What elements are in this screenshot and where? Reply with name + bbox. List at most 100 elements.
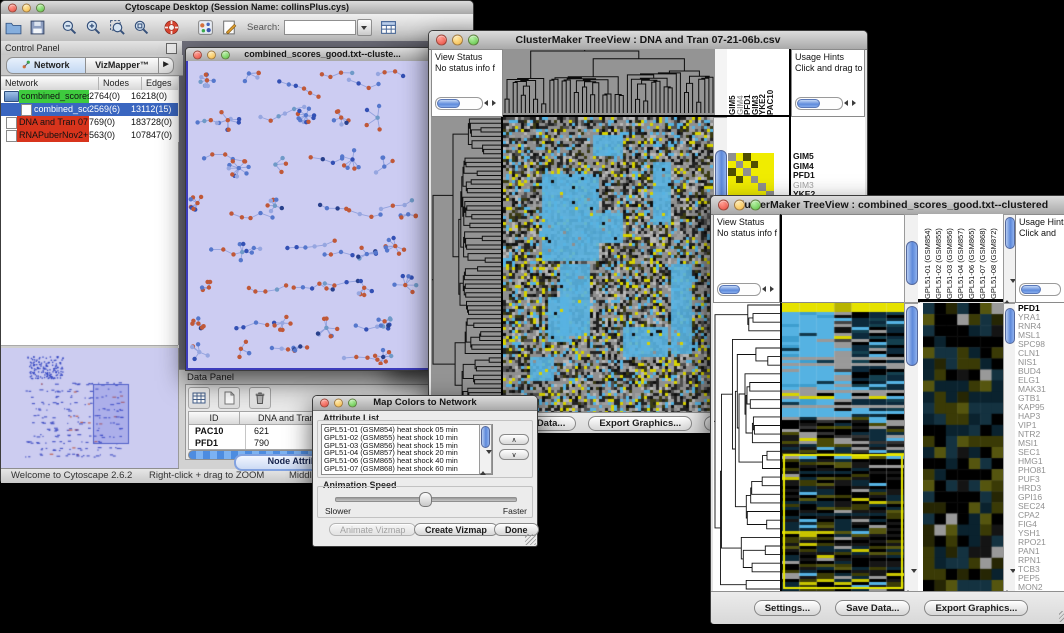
scroll-down-icon[interactable] [486, 450, 492, 471]
overview-canvas[interactable] [1, 348, 178, 468]
search-dropdown-button[interactable] [357, 19, 372, 36]
attribute-list-vscrollbar[interactable] [479, 424, 492, 474]
scroll-left-icon[interactable] [762, 286, 766, 292]
row-dendrogram[interactable] [713, 303, 780, 591]
column-network[interactable]: Network [1, 77, 99, 90]
network-list-row[interactable]: combined_sco 2569(6) 13112(15) [1, 103, 178, 116]
minimize-button[interactable] [734, 200, 745, 211]
float-panel-icon[interactable] [166, 43, 177, 54]
heatmap-cell[interactable] [743, 176, 751, 184]
heatmap-cell[interactable] [758, 153, 766, 161]
tv2-zoom-heatmap[interactable] [923, 303, 1003, 591]
zoom-out-button[interactable] [58, 17, 80, 39]
array-column-label[interactable]: GPL51-02 (GSM855) [933, 214, 944, 299]
delete-attribute-button[interactable] [249, 387, 271, 409]
scrollbar-thumb[interactable] [906, 306, 918, 366]
network-overview-panel[interactable] [1, 348, 179, 468]
scrollbar-thumb[interactable] [481, 426, 490, 448]
array-column-label[interactable]: GPL51-03 (GSM856) [944, 214, 955, 299]
close-button[interactable] [320, 399, 329, 408]
heatmap-cell[interactable] [766, 153, 774, 161]
scrollbar-thumb[interactable] [1005, 217, 1015, 249]
zoom-button[interactable] [348, 399, 357, 408]
treeview1-titlebar[interactable]: ClusterMaker TreeView : DNA and Tran 07-… [429, 31, 867, 50]
close-button[interactable] [8, 3, 17, 12]
heatmap-cell[interactable] [743, 183, 751, 191]
heatmap-cell[interactable] [728, 153, 736, 161]
hints-hscrollbar[interactable] [795, 97, 843, 110]
close-button[interactable] [718, 200, 729, 211]
zoom-button[interactable] [36, 3, 45, 12]
scroll-left-icon[interactable] [844, 100, 848, 106]
search-input[interactable] [284, 20, 356, 35]
attribute-select-button[interactable] [188, 387, 210, 409]
treeview-footer-button[interactable]: Save Data... [835, 600, 910, 616]
heatmap-cell[interactable] [751, 153, 759, 161]
node-appearance-button[interactable] [194, 17, 216, 39]
network1-titlebar[interactable]: combined_scores_good.txt--cluste... [186, 48, 431, 62]
heatmap-cell[interactable] [751, 183, 759, 191]
column-label[interactable]: PAC10 [767, 49, 775, 115]
zoom-selected-button[interactable] [106, 17, 128, 39]
gene-similarity-heatmap[interactable] [728, 153, 774, 199]
save-session-button[interactable] [26, 17, 48, 39]
heatmap-cell[interactable] [736, 153, 744, 161]
array-column-label[interactable]: GPL51-06 (GSM865) [966, 214, 977, 299]
tv1-heatmap[interactable] [503, 117, 713, 412]
open-session-button[interactable] [2, 17, 24, 39]
attribute-item[interactable]: GPL51-07 (GSM868) heat shock 60 min [322, 465, 492, 473]
array-column-label[interactable]: GPL51-07 (GSM868) [977, 214, 988, 299]
dialog-titlebar[interactable]: Map Colors to Network [313, 396, 537, 411]
heatmap-cell[interactable] [728, 183, 736, 191]
treeview-footer-button[interactable]: Settings... [754, 600, 821, 616]
heatmap-cell[interactable] [758, 161, 766, 169]
network-graph-canvas[interactable] [188, 61, 427, 365]
scrollbar-thumb[interactable] [1005, 308, 1015, 344]
heatmap-cell[interactable] [736, 168, 744, 176]
slider-thumb[interactable] [419, 492, 432, 507]
heatmap-cell[interactable] [751, 176, 759, 184]
heatmap-cell[interactable] [743, 161, 751, 169]
column-dendrogram[interactable] [780, 214, 907, 303]
move-up-button[interactable]: ∧ [499, 434, 529, 445]
treeview2-titlebar[interactable]: ClusterMaker TreeView : combined_scores_… [711, 196, 1064, 215]
heatmap-cell[interactable] [758, 183, 766, 191]
zoom-in-button[interactable] [82, 17, 104, 39]
heatmap-cell[interactable] [736, 161, 744, 169]
resize-grip[interactable] [525, 534, 536, 545]
status-hscrollbar[interactable] [435, 97, 483, 110]
minimize-button[interactable] [452, 35, 463, 46]
column-id[interactable]: ID [189, 412, 239, 424]
tv2-heatmap[interactable] [780, 303, 906, 591]
resize-grip[interactable] [1059, 611, 1064, 622]
hints-hscrollbar[interactable] [1019, 283, 1061, 296]
close-button[interactable] [436, 35, 447, 46]
heatmap-cell[interactable] [751, 161, 759, 169]
column-dendrogram[interactable] [503, 49, 715, 117]
heatmap-cell[interactable] [743, 168, 751, 176]
zoom-button[interactable] [750, 200, 761, 211]
minimize-button[interactable] [334, 399, 343, 408]
heatmap-cell[interactable] [728, 161, 736, 169]
new-attribute-button[interactable] [218, 387, 240, 409]
heatmap-cell[interactable] [766, 168, 774, 176]
array-column-label[interactable]: GPL51-01 (GSM854) [922, 214, 933, 299]
row-dendrogram[interactable] [431, 117, 503, 412]
scrollbar-thumb[interactable] [906, 241, 918, 285]
heatmap-cell[interactable] [736, 183, 744, 191]
status-hscrollbar[interactable] [717, 283, 761, 296]
scroll-down-icon[interactable] [911, 569, 917, 590]
column-nodes[interactable]: Nodes [99, 77, 142, 90]
zoom-button[interactable] [221, 50, 230, 59]
treeview-footer-button[interactable]: Export Graphics... [924, 600, 1028, 616]
tab-overflow-button[interactable]: ▶ [159, 57, 174, 74]
network-view[interactable] [186, 61, 431, 370]
heatmap-cell[interactable] [766, 161, 774, 169]
scroll-right-icon[interactable] [852, 100, 856, 106]
minimize-button[interactable] [22, 3, 31, 12]
tab-vizmapper[interactable]: VizMapper™ [86, 57, 159, 74]
treeview-footer-button[interactable]: Export Graphics... [588, 416, 692, 431]
scroll-right-icon[interactable] [770, 286, 774, 292]
array-column-label[interactable]: GPL51-08 (GSM872) [988, 214, 999, 299]
heatmap-cell[interactable] [758, 176, 766, 184]
